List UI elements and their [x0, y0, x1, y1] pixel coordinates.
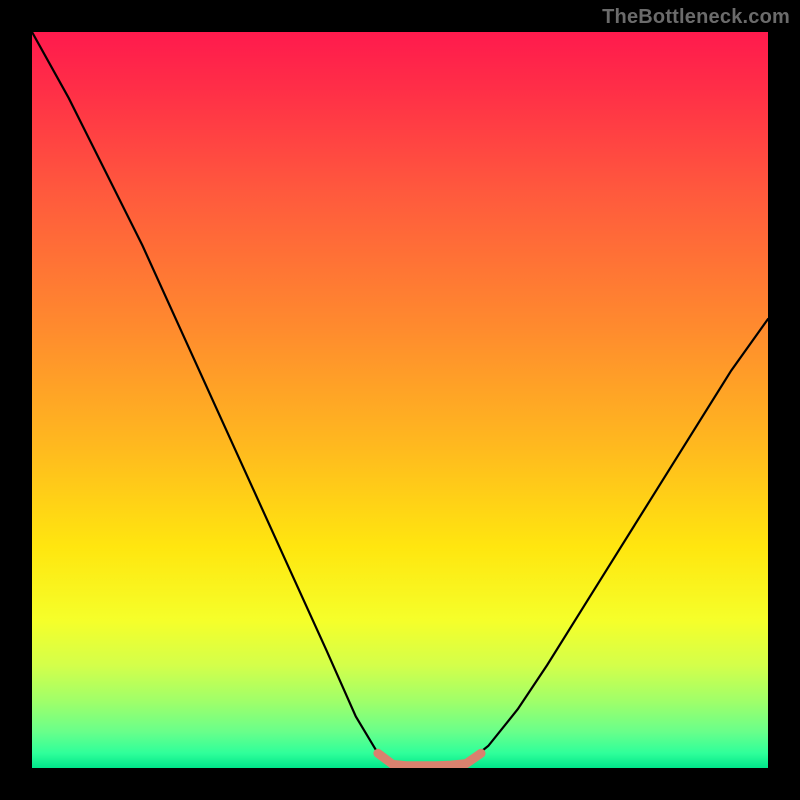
left-curve-line	[32, 32, 393, 764]
watermark-text: TheBottleneck.com	[602, 6, 790, 29]
valley-highlight-line	[378, 753, 481, 766]
right-curve-line	[466, 319, 768, 764]
chart-frame: TheBottleneck.com	[0, 0, 800, 800]
curve-overlay	[32, 32, 768, 768]
plot-area	[32, 32, 768, 768]
